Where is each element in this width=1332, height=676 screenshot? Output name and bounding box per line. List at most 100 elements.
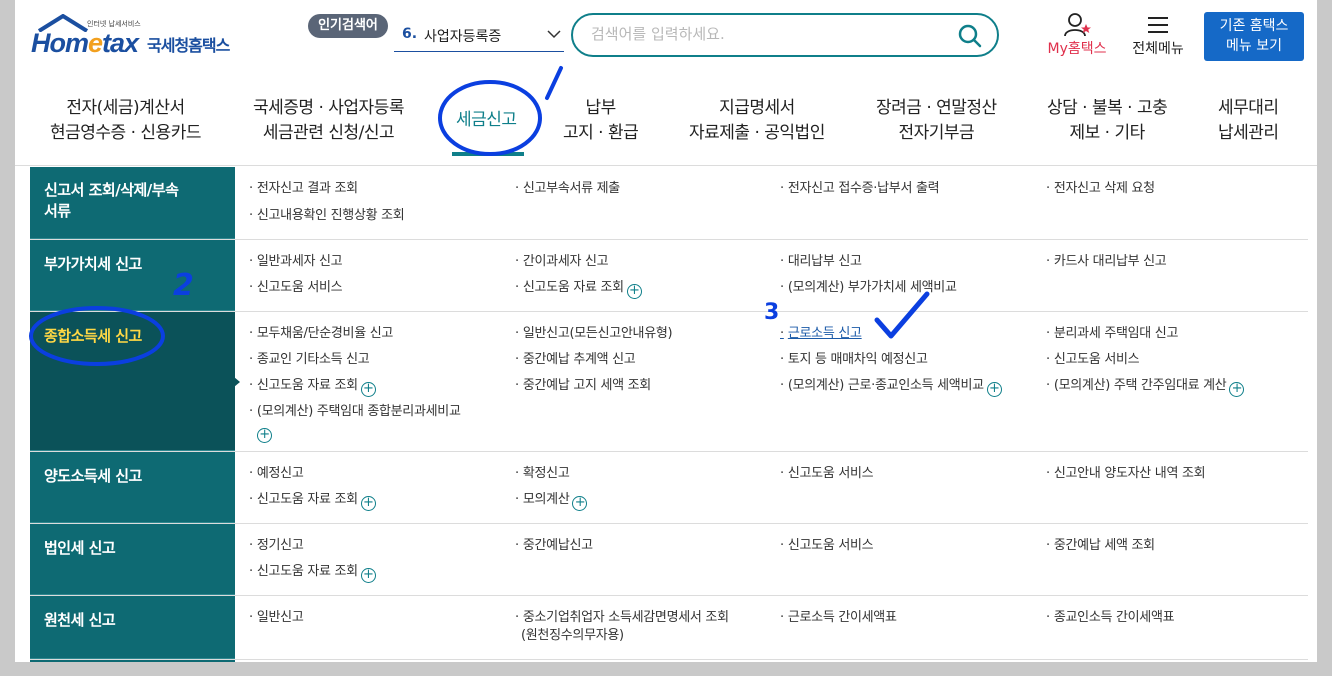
- list-item[interactable]: · 신고도움 서비스: [1046, 351, 1140, 369]
- hometax-logo[interactable]: 인터넷 납세서비스 Hometax 국세청홈택스: [31, 12, 246, 68]
- gnb-e-invoice[interactable]: 전자(세금)계산서 현금영수증 · 신용카드: [50, 96, 201, 146]
- plus-circle-icon[interactable]: +: [257, 428, 272, 443]
- plus-circle-icon[interactable]: +: [572, 496, 588, 511]
- popular-rank: 6.: [402, 26, 418, 42]
- search-bar: [571, 13, 999, 57]
- hometax-page: 인터넷 납세서비스 Hometax 국세청홈택스 인기검색어 6. 사업자등록증: [15, 0, 1317, 662]
- logo-wordmark: Hometax: [31, 28, 139, 58]
- list-item[interactable]: · (모의계산) 부가가치세 세액비교: [780, 279, 957, 297]
- list-item[interactable]: · 신고도움 자료 조회 +: [515, 279, 642, 299]
- list-item[interactable]: · 분리과세 주택임대 신고: [1046, 325, 1178, 343]
- my-hometax-button[interactable]: My홈택스: [1039, 12, 1115, 62]
- row-links: · 예정신고 · 확정신고 · 신고도움 서비스 · 신고안내 양도자산 내역 조회 ·…: [235, 452, 1308, 523]
- logo-korean-name: 국세청홈택스: [147, 36, 230, 55]
- popular-search-dropdown[interactable]: 6. 사업자등록증: [394, 20, 564, 52]
- list-item[interactable]: · 신고도움 서비스: [780, 537, 874, 555]
- list-item[interactable]: · 전자신고 결과 조회: [249, 180, 358, 198]
- list-item[interactable]: · 신고안내 양도자산 내역 조회: [1046, 465, 1206, 483]
- list-item[interactable]: · 신고도움 서비스: [780, 465, 874, 483]
- gnb-tax-filing[interactable]: 세금신고: [456, 108, 517, 133]
- list-item[interactable]: · 신고도움 자료 조회 +: [249, 491, 376, 511]
- all-menu-button[interactable]: 전체메뉴: [1123, 12, 1193, 62]
- global-navigation: 전자(세금)계산서 현금영수증 · 신용카드 국세증명 · 사업자등록 세금관련 신…: [15, 90, 1317, 160]
- submenu-row-capital-gains: 양도소득세 신고 · 예정신고 · 확정신고 · 신고도움 서비스 · 신고안내 양도자…: [30, 452, 1308, 524]
- row-links: · 정기신고 · 중간예납신고 · 신고도움 서비스 · 중간예납 세액 조회 · 신고도…: [235, 524, 1308, 595]
- chevron-down-icon: [547, 30, 561, 39]
- search-icon[interactable]: [957, 23, 983, 49]
- list-item[interactable]: · 신고부속서류 제출: [515, 180, 620, 198]
- submenu-row-next: [30, 660, 1308, 662]
- gnb-consulting[interactable]: 상담 · 불복 · 고충 제보 · 기타: [1047, 96, 1168, 146]
- plus-circle-icon[interactable]: +: [360, 568, 376, 583]
- list-item[interactable]: · 중소기업취업자 소득세감면명세서 조회 (원천징수의무자용): [515, 609, 729, 645]
- list-item[interactable]: · 확정신고: [515, 465, 570, 483]
- list-item[interactable]: · 간이과세자 신고: [515, 253, 609, 271]
- row-links: · 전자신고 결과 조회 · 신고부속서류 제출 · 전자신고 접수증·납부서 출력 …: [235, 167, 1308, 239]
- old-hometax-line2: 메뉴 보기: [1226, 38, 1282, 54]
- list-item[interactable]: · 신고내용확인 진행상황 조회: [249, 207, 405, 225]
- row-heading-active[interactable]: 종합소득세 신고: [30, 312, 235, 451]
- row-links: · 모두채움/단순경비율 신고 · 일반신고(모든신고안내유형) · 근로소득 신고 …: [235, 312, 1308, 451]
- list-item[interactable]: · 모두채움/단순경비율 신고: [249, 325, 393, 343]
- list-item[interactable]: · 중간예납 추계액 신고: [515, 351, 636, 369]
- hamburger-menu-icon: [1148, 17, 1168, 33]
- list-item[interactable]: · 종교인 기타소득 신고: [249, 351, 370, 369]
- list-item[interactable]: · 신고도움 서비스: [249, 279, 343, 297]
- my-hometax-label: My홈택스: [1047, 41, 1107, 57]
- list-item[interactable]: · (모의계산) 근로·종교인소득 세액비교 +: [780, 377, 1002, 397]
- gnb-incentives[interactable]: 장려금 · 연말정산 전자기부금: [876, 96, 997, 146]
- submenu-row-withholding-tax: 원천세 신고 · 일반신고 · 중소기업취업자 소득세감면명세서 조회 (원천징수의무…: [30, 596, 1308, 660]
- row-heading[interactable]: 법인세 신고: [30, 524, 235, 595]
- list-item[interactable]: · 일반신고(모든신고안내유형): [515, 325, 673, 343]
- row-heading[interactable]: 부가가치세 신고: [30, 240, 235, 311]
- list-item[interactable]: · 전자신고 삭제 요청: [1046, 180, 1155, 198]
- list-item[interactable]: · 신고도움 자료 조회 +: [249, 377, 376, 397]
- gnb-certificates[interactable]: 국세증명 · 사업자등록 세금관련 신청/신고: [253, 96, 404, 146]
- list-item[interactable]: · (모의계산) 주택임대 종합분리과세비교: [249, 403, 461, 421]
- row-links: · 일반신고 · 중소기업취업자 소득세감면명세서 조회 (원천징수의무자용) · 근로…: [235, 596, 1308, 659]
- all-menu-label: 전체메뉴: [1132, 41, 1184, 57]
- row-heading[interactable]: 양도소득세 신고: [30, 452, 235, 523]
- old-hometax-line1: 기존 홈택스: [1219, 18, 1289, 34]
- active-row-pointer: [234, 377, 240, 387]
- gnb-payment-statement[interactable]: 지급명세서 자료제출 · 공익법인: [689, 96, 825, 146]
- list-item[interactable]: · 정기신고: [249, 537, 304, 555]
- row-heading[interactable]: 원천세 신고: [30, 596, 235, 659]
- list-item[interactable]: · 중간예납 세액 조회: [1046, 537, 1155, 555]
- plus-circle-icon[interactable]: +: [986, 382, 1002, 397]
- list-item[interactable]: · 모의계산 +: [515, 491, 588, 511]
- submenu-row-income-tax: 종합소득세 신고 · 모두채움/단순경비율 신고 · 일반신고(모든신고안내유형) …: [30, 312, 1308, 452]
- list-item[interactable]: · 예정신고: [249, 465, 304, 483]
- site-header: 인터넷 납세서비스 Hometax 국세청홈택스 인기검색어 6. 사업자등록증: [15, 0, 1317, 166]
- list-item[interactable]: · 카드사 대리납부 신고: [1046, 253, 1167, 271]
- plus-circle-icon[interactable]: +: [360, 382, 376, 397]
- submenu-row-corporate-tax: 법인세 신고 · 정기신고 · 중간예납신고 · 신고도움 서비스 · 중간예납 세액 …: [30, 524, 1308, 596]
- list-item[interactable]: · 토지 등 매매차익 예정신고: [780, 351, 928, 369]
- earned-income-filing-link[interactable]: · 근로소득 신고: [780, 325, 862, 343]
- list-item[interactable]: · 대리납부 신고: [780, 253, 862, 271]
- gnb-active-underline: [452, 152, 524, 156]
- gnb-payment[interactable]: 납부 고지 · 환급: [563, 96, 639, 146]
- row-heading[interactable]: 신고서 조회/삭제/부속서류: [30, 167, 235, 239]
- list-item[interactable]: · 일반과세자 신고: [249, 253, 343, 271]
- list-item-more[interactable]: +: [257, 423, 272, 443]
- list-item[interactable]: · 중간예납 고지 세액 조회: [515, 377, 651, 395]
- row-links: · 일반과세자 신고 · 간이과세자 신고 · 대리납부 신고 · 카드사 대리납부 신…: [235, 240, 1308, 311]
- plus-circle-icon[interactable]: +: [626, 284, 642, 299]
- list-item[interactable]: · 근로소득 간이세액표: [780, 609, 897, 627]
- plus-circle-icon[interactable]: +: [1229, 382, 1245, 397]
- list-item[interactable]: · 일반신고: [249, 609, 304, 627]
- search-input[interactable]: [591, 25, 951, 43]
- plus-circle-icon[interactable]: +: [360, 496, 376, 511]
- list-item[interactable]: · 전자신고 접수증·납부서 출력: [780, 180, 940, 198]
- old-hometax-menu-button[interactable]: 기존 홈택스 메뉴 보기: [1204, 12, 1304, 61]
- user-icon: [1064, 13, 1091, 37]
- popular-term: 사업자등록증: [424, 29, 502, 45]
- list-item[interactable]: · 중간예납신고: [515, 537, 593, 555]
- row-heading: [30, 660, 235, 662]
- list-item[interactable]: · (모의계산) 주택 간주임대료 계산 +: [1046, 377, 1245, 397]
- gnb-tax-agent[interactable]: 세무대리 납세관리: [1218, 96, 1279, 146]
- popular-search-label: 인기검색어: [308, 14, 388, 38]
- list-item[interactable]: · 신고도움 자료 조회 +: [249, 563, 376, 583]
- list-item[interactable]: · 종교인소득 간이세액표: [1046, 609, 1175, 627]
